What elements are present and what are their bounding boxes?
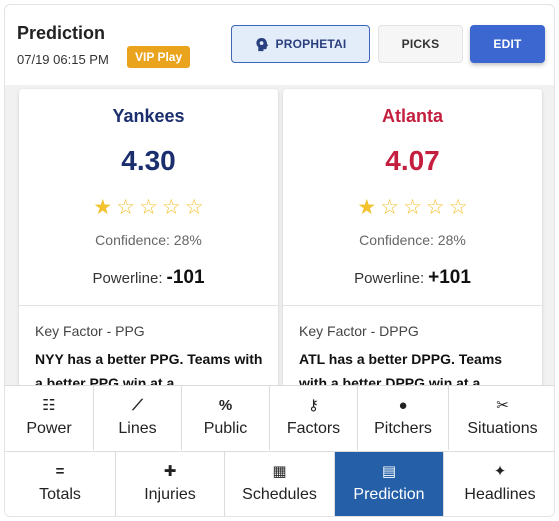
prediction-content[interactable]: Yankees 4.30 ★ ☆ ☆ ☆ ☆ Confidence: 28% P… [5, 85, 554, 419]
nav-label: Schedules [242, 486, 317, 503]
star-empty-icon: ☆ [380, 196, 400, 219]
nav-item-injuries[interactable]: ✚ Injuries [116, 452, 225, 516]
powerline-label: Powerline: [92, 270, 163, 287]
powerline-label: Powerline: [354, 270, 425, 287]
edit-button[interactable]: EDIT [470, 25, 545, 63]
star-filled-icon: ★ [93, 196, 113, 219]
star-empty-icon: ☆ [403, 196, 422, 219]
nav-row-1: ☷ Power ⟋ Lines % Public ⚷ Factors ● Pit… [5, 385, 554, 450]
powerline: Powerline: -101 [19, 267, 278, 289]
team-card-home: Yankees 4.30 ★ ☆ ☆ ☆ ☆ Confidence: 28% P… [19, 89, 278, 419]
nav-label: Pitchers [374, 420, 432, 437]
prediction-header: Prediction 07/19 06:15 PM VIP Play PROPH… [5, 5, 554, 85]
powerline: Powerline: +101 [283, 267, 542, 289]
page-title: Prediction [17, 23, 106, 43]
brain-head-icon [255, 37, 268, 51]
equals-icon: = [55, 463, 65, 480]
nav-label: Prediction [353, 486, 425, 503]
nav-item-power[interactable]: ☷ Power [5, 386, 94, 450]
nav-item-totals[interactable]: = Totals [5, 452, 116, 516]
prophetai-button[interactable]: PROPHETAI [231, 25, 370, 63]
nav-item-lines[interactable]: ⟋ Lines [94, 386, 182, 450]
key-icon: ⚷ [308, 397, 319, 414]
star-empty-icon: ☆ [161, 196, 181, 219]
nav-label: Public [203, 420, 248, 437]
nav-label: Power [26, 420, 72, 437]
picks-label: PICKS [401, 37, 440, 51]
confidence-text: Confidence: 28% [95, 232, 202, 248]
medical-file-icon: ✚ [163, 463, 177, 480]
star-filled-icon: ★ [357, 196, 377, 219]
team-predicted-score: 4.30 [121, 145, 176, 176]
key-factor-title: Key Factor - PPG [35, 323, 145, 339]
divider [283, 305, 542, 306]
calendar-icon: ▦ [272, 463, 287, 480]
team-name: Atlanta [381, 106, 443, 126]
chart-line-icon: ⟋ [132, 397, 143, 414]
nav-item-factors[interactable]: ⚷ Factors [270, 386, 358, 450]
team-name: Yankees [112, 106, 185, 126]
game-datetime: 07/19 06:15 PM [17, 52, 109, 67]
team-card-away: Atlanta 4.07 ★ ☆ ☆ ☆ ☆ Confidence: 28% P… [283, 89, 542, 419]
tools-icon: ✂ [496, 397, 509, 414]
picks-button[interactable]: PICKS [378, 25, 463, 63]
vip-badge: VIP Play [127, 46, 191, 68]
nav-item-prediction[interactable]: ▤ Prediction [335, 452, 444, 516]
star-empty-icon: ☆ [448, 196, 468, 219]
nav-row-2: = Totals ✚ Injuries ▦ Schedules ▤ Predic… [5, 451, 554, 516]
star-empty-icon: ☆ [139, 196, 158, 219]
nav-item-situations[interactable]: ✂ Situations [449, 386, 554, 450]
confidence-stars: ★ ☆ ☆ ☆ ☆ [283, 197, 542, 219]
list-numbered-icon: ☷ [42, 397, 56, 414]
nav-label: Situations [467, 420, 538, 437]
nav-item-headlines[interactable]: ✦ Headlines [444, 452, 554, 516]
star-empty-icon: ☆ [184, 196, 204, 219]
edit-label: EDIT [493, 37, 522, 51]
nav-label: Headlines [464, 486, 536, 503]
calculator-icon: ▤ [381, 463, 397, 480]
percent-icon: % [218, 397, 233, 414]
team-predicted-score: 4.07 [385, 145, 440, 176]
nav-label: Injuries [144, 486, 196, 503]
nav-item-public[interactable]: % Public [182, 386, 270, 450]
star-empty-icon: ☆ [116, 196, 136, 219]
nav-item-pitchers[interactable]: ● Pitchers [358, 386, 449, 450]
baseball-icon: ● [398, 397, 408, 414]
key-factor-title: Key Factor - DPPG [299, 323, 419, 339]
confidence-text: Confidence: 28% [359, 232, 466, 248]
star-empty-icon: ☆ [425, 196, 445, 219]
divider [19, 305, 278, 306]
confidence-stars: ★ ☆ ☆ ☆ ☆ [19, 197, 278, 219]
nav-item-schedules[interactable]: ▦ Schedules [225, 452, 335, 516]
nav-label: Factors [286, 420, 341, 437]
prophetai-label: PROPHETAI [275, 37, 347, 51]
prediction-card: Prediction 07/19 06:15 PM VIP Play PROPH… [4, 4, 555, 517]
powerline-value: -101 [166, 267, 205, 288]
nav-label: Lines [118, 420, 157, 437]
nav-label: Totals [39, 486, 81, 503]
powerline-value: +101 [428, 267, 471, 288]
reader-icon: ✦ [493, 463, 507, 480]
